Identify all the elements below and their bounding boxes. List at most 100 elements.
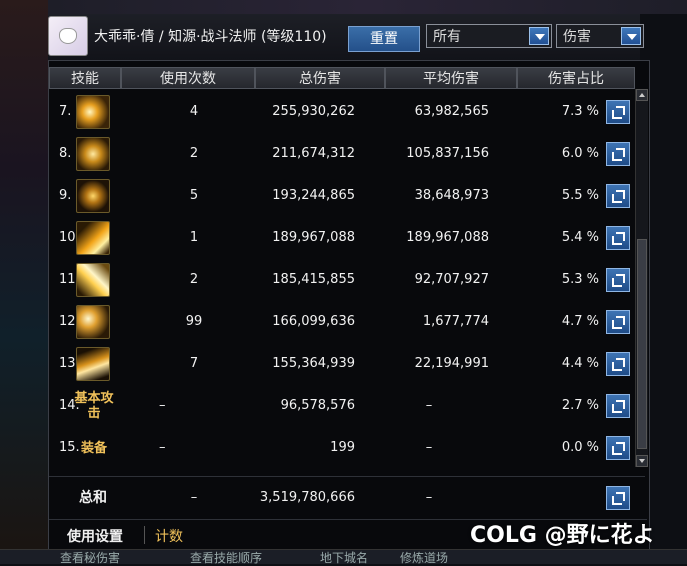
usage-count: 5 [189,188,199,203]
character-avatar [48,16,88,56]
skill-7-icon [76,95,110,129]
bottom-bar: 查看秘伤害 查看技能顺序 地下城名 修炼道场 [0,549,687,566]
average-damage: – [425,398,433,413]
skill-9-icon [76,179,110,213]
table-row: 10. 1 189,967,088 189,967,088 5.4 % [49,217,645,259]
column-header-pct: 伤害占比 [517,67,635,89]
usage-count: 4 [189,104,199,119]
skill-11-icon [76,263,110,297]
average-damage: 92,707,927 [414,272,489,287]
usage-count: – [159,398,166,413]
filter-select-value: 所有 [433,29,461,45]
game-background-left [0,0,48,563]
damage-share: 4.7 % [561,314,599,329]
damage-share: 6.0 % [561,146,599,161]
damage-type-select-value: 伤害 [563,29,591,45]
table-row: 15. 装备 –199–0.0 % [49,427,645,469]
total-damage: 193,244,865 [272,188,355,203]
total-avg: – [425,490,433,505]
damage-stats-panel: 技能 使用次数 总伤害 平均伤害 伤害占比 7. 4 255,930,262 63,9… [48,60,650,551]
total-count: – [190,490,198,505]
chevron-down-icon[interactable] [529,27,549,45]
table-row: 12. 99 166,099,636 1,677,774 4.7 % [49,301,645,343]
damage-share: 4.4 % [561,356,599,371]
filter-select[interactable]: 所有 [426,24,552,48]
damage-share: 5.3 % [561,272,599,287]
total-damage: 185,415,855 [272,272,355,287]
table-row: 9. 5 193,244,865 38,648,973 5.5 % [49,175,645,217]
column-header-count: 使用次数 [121,67,255,89]
total-label: 总和 [79,490,107,506]
chevron-down-icon[interactable] [621,27,641,45]
total-damage: 255,930,262 [272,104,355,119]
total-damage: 96,578,576 [280,398,355,413]
bottom-bar-item[interactable]: 查看技能顺序 [190,549,262,566]
total-row: 总和 – 3,519,780,666 – [49,476,645,519]
bottom-bar-item[interactable]: 修炼道场 [400,549,448,566]
game-background-top [48,0,687,14]
share-icon[interactable] [606,486,630,510]
column-header-avg: 平均伤害 [385,67,517,89]
table-row: 14. 基本攻击 –96,578,576–2.7 % [49,385,645,427]
scrollbar[interactable] [635,89,648,467]
usage-count: 99 [185,314,203,329]
tab-divider [144,526,145,544]
share-icon[interactable] [606,394,630,418]
share-icon[interactable] [606,352,630,376]
character-name: 大乖乖·倩 / 知源·战斗法师 (等级110) [94,29,327,45]
total-damage: 155,364,939 [272,356,355,371]
header-bar: 大乖乖·倩 / 知源·战斗法师 (等级110) 重置 所有 伤害 [48,14,644,60]
usage-count: – [159,440,166,455]
share-icon[interactable] [606,184,630,208]
bottom-bar-item[interactable]: 查看秘伤害 [60,549,120,566]
share-icon[interactable] [606,310,630,334]
column-header-total: 总伤害 [255,67,385,89]
table-header: 技能 使用次数 总伤害 平均伤害 伤害占比 [49,67,649,89]
damage-share: 5.4 % [561,230,599,245]
share-icon[interactable] [606,226,630,250]
share-icon[interactable] [606,100,630,124]
skill-12-icon [76,305,110,339]
scroll-thumb[interactable] [637,239,647,449]
usage-count: 2 [189,146,199,161]
table-row: 11. 2 185,415,855 92,707,927 5.3 % [49,259,645,301]
share-icon[interactable] [606,436,630,460]
average-damage: 1,677,774 [422,314,489,329]
table-row: 7. 4 255,930,262 63,982,565 7.3 % [49,91,645,133]
average-damage: 38,648,973 [414,188,489,203]
watermark: COLG @野に花よ [470,523,655,548]
damage-share: 0.0 % [561,440,599,455]
damage-share: 7.3 % [561,104,599,119]
usage-count: 1 [189,230,199,245]
skill-10-icon [76,221,110,255]
total-damage: 166,099,636 [272,314,355,329]
average-damage: – [425,440,433,455]
table-row: 8. 2 211,674,312 105,837,156 6.0 % [49,133,645,175]
total-damage: 3,519,780,666 [259,490,355,505]
average-damage: 105,837,156 [406,146,489,161]
column-header-skill: 技能 [49,67,121,89]
skill-8-icon [76,137,110,171]
total-damage: 211,674,312 [272,146,355,161]
scroll-up-icon[interactable] [636,89,648,101]
skill-name-text: 基本攻击 [74,391,114,421]
scroll-down-icon[interactable] [636,455,648,467]
skill-13-icon [76,347,110,381]
average-damage: 189,967,088 [406,230,489,245]
table-row: 13. 7 155,364,939 22,194,991 4.4 % [49,343,645,385]
bottom-bar-item[interactable]: 地下城名 [320,549,368,566]
total-damage: 199 [330,440,355,455]
share-icon[interactable] [606,268,630,292]
tab-count[interactable]: 计数 [155,526,183,546]
damage-type-select[interactable]: 伤害 [556,24,644,48]
tab-settings[interactable]: 使用设置 [67,526,123,546]
skill-name-text: 装备 [80,440,107,456]
damage-share: 5.5 % [561,188,599,203]
share-icon[interactable] [606,142,630,166]
reset-button[interactable]: 重置 [348,26,420,52]
average-damage: 63,982,565 [414,104,489,119]
average-damage: 22,194,991 [414,356,489,371]
usage-count: 2 [189,272,199,287]
total-damage: 189,967,088 [272,230,355,245]
damage-share: 2.7 % [561,398,599,413]
